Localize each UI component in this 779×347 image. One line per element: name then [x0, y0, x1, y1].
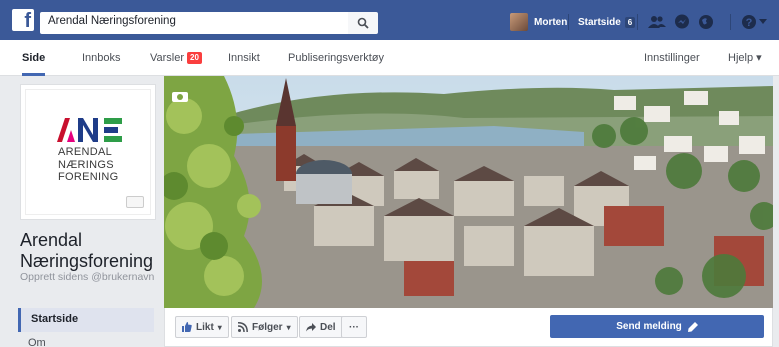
like-label: Likt	[196, 321, 214, 333]
globe-icon[interactable]	[697, 13, 715, 31]
sidebar-item-om[interactable]: Om	[28, 337, 46, 347]
tab-label: Hjelp ▾	[728, 52, 762, 64]
tab-side[interactable]: Side	[22, 40, 46, 76]
chevron-down-icon[interactable]	[758, 13, 768, 31]
follow-icon	[238, 322, 248, 332]
logo-line: FORENING	[58, 171, 119, 183]
search-button[interactable]	[348, 12, 378, 34]
cover-photo-image	[164, 76, 773, 308]
page-action-bar: Likt ▾ Følger ▾ Del ··· Send melding	[164, 308, 773, 347]
friends-icon[interactable]	[648, 13, 666, 31]
tab-label: Varsler	[150, 52, 185, 64]
follow-label: Følger	[252, 321, 283, 333]
tab-label: Side	[22, 52, 46, 64]
facebook-logo-icon[interactable]: f	[12, 9, 34, 32]
notification-badge: 20	[187, 52, 202, 64]
tab-label: Innstillinger	[644, 52, 700, 64]
tab-varsler[interactable]: Varsler 20	[150, 40, 202, 76]
search-input[interactable]: Arendal Næringsforening	[40, 12, 348, 34]
tab-innboks[interactable]: Innboks	[82, 40, 121, 76]
svg-text:?: ?	[746, 17, 753, 29]
logo-line: ARENDAL	[58, 146, 113, 158]
search-icon	[357, 17, 369, 29]
home-link[interactable]: Startside 6	[578, 14, 636, 30]
top-navigation-bar: f Arendal Næringsforening Morten Startsi…	[0, 0, 779, 40]
tab-innsikt[interactable]: Innsikt	[228, 40, 260, 76]
send-message-button[interactable]: Send melding	[550, 315, 764, 338]
share-button[interactable]: Del	[299, 316, 343, 338]
tab-hjelp[interactable]: Hjelp ▾	[728, 40, 762, 76]
profile-picture[interactable]: ARENDAL NÆRINGS FORENING	[20, 84, 156, 220]
user-name: Morten	[534, 16, 568, 28]
chevron-down-icon: ▾	[286, 322, 291, 332]
send-message-label: Send melding	[616, 321, 682, 332]
profile-logo: ARENDAL NÆRINGS FORENING	[25, 89, 151, 215]
tab-label: Publiseringsverktøy	[288, 52, 384, 64]
home-badge: 6	[624, 16, 636, 28]
tab-label: Innsikt	[228, 52, 260, 64]
home-label: Startside	[578, 16, 621, 28]
page-tab-bar: Side Innboks Varsler 20 Innsikt Publiseri…	[0, 40, 779, 76]
messages-icon[interactable]	[673, 13, 691, 31]
tab-publiseringsverktoy[interactable]: Publiseringsverktøy	[288, 40, 384, 76]
divider	[568, 14, 569, 30]
logo-line: NÆRINGS	[58, 158, 114, 171]
divider	[730, 14, 731, 30]
cover-photo[interactable]	[164, 76, 773, 308]
like-button[interactable]: Likt ▾	[175, 316, 229, 338]
help-icon[interactable]: ?	[740, 13, 758, 31]
tab-label: Innboks	[82, 52, 121, 64]
chevron-down-icon: ▾	[217, 322, 222, 332]
share-label: Del	[320, 321, 336, 333]
camera-icon[interactable]	[126, 196, 144, 208]
pencil-icon	[687, 321, 698, 332]
camera-icon[interactable]	[172, 90, 188, 102]
like-icon	[182, 322, 192, 332]
more-label: ···	[349, 321, 359, 333]
logo-mark-icon	[57, 118, 122, 142]
page-title: Arendal Næringsforening	[20, 230, 154, 271]
avatar	[510, 13, 528, 31]
tab-innstillinger[interactable]: Innstillinger	[644, 40, 700, 76]
logo-text: ARENDAL NÆRINGS FORENING	[58, 146, 118, 184]
share-icon	[306, 323, 316, 332]
more-options-button[interactable]: ···	[341, 316, 367, 338]
follow-button[interactable]: Følger ▾	[231, 316, 298, 338]
sidebar-item-startside[interactable]: Startside	[18, 308, 154, 332]
divider	[637, 14, 638, 30]
profile-link[interactable]: Morten	[510, 13, 567, 31]
create-username-link[interactable]: Opprett sidens @brukernavn	[20, 271, 160, 283]
